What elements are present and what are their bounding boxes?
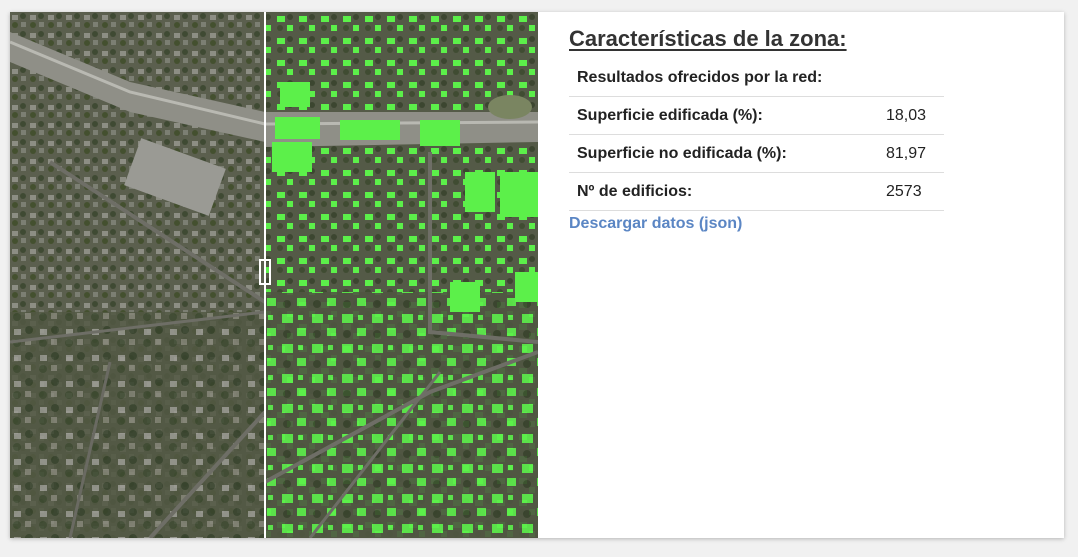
main-card: Características de la zona: Resultados o… [10, 12, 1064, 538]
results-header-row: Resultados ofrecidos por la red: [569, 59, 944, 97]
row-label-unbuilt-surface: Superficie no edificada (%): [569, 134, 878, 173]
results-table: Resultados ofrecidos por la red: Superfi… [569, 59, 944, 211]
results-header: Resultados ofrecidos por la red: [569, 59, 944, 97]
aerial-photo-view [10, 12, 267, 538]
building-detection-view [264, 12, 538, 538]
row-value-built-surface: 18,03 [878, 96, 944, 135]
row-label-building-count: Nº de edificios: [569, 172, 878, 211]
map-svg [10, 12, 538, 538]
download-json-link[interactable]: Descargar datos (json) [569, 215, 742, 233]
table-row: Nº de edificios: 2573 [569, 172, 944, 211]
row-value-building-count: 2573 [878, 172, 944, 211]
zone-info-panel: Características de la zona: Resultados o… [569, 12, 1049, 233]
row-label-built-surface: Superficie edificada (%): [569, 96, 878, 135]
row-value-unbuilt-surface: 81,97 [878, 134, 944, 173]
panel-title: Características de la zona: [569, 26, 847, 51]
table-row: Superficie edificada (%): 18,03 [569, 96, 944, 135]
map-comparison-viewer[interactable] [10, 12, 538, 538]
table-row: Superficie no edificada (%): 81,97 [569, 134, 944, 173]
